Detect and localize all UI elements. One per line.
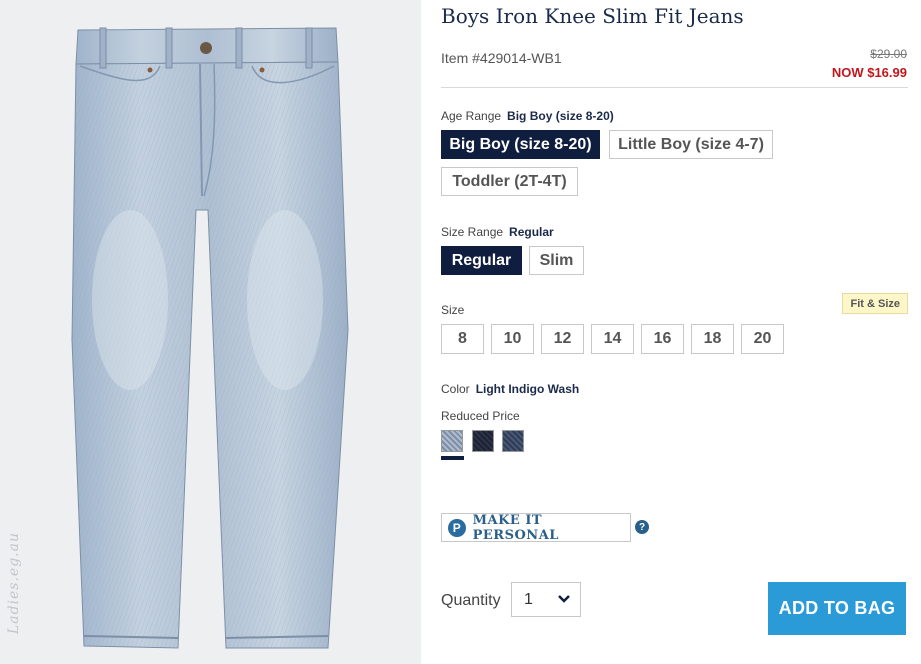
- item-number: Item #429014-WB1: [441, 50, 562, 66]
- product-image: Ladies.eg.au: [0, 0, 421, 664]
- size-option-18[interactable]: 18: [691, 324, 734, 354]
- product-title: Boys Iron Knee Slim Fit Jeans: [441, 4, 744, 28]
- original-price: $29.00: [870, 47, 907, 61]
- add-to-bag-button[interactable]: ADD TO BAG: [768, 582, 906, 635]
- size-range-option-slim[interactable]: Slim: [529, 246, 584, 275]
- color-selected: Light Indigo Wash: [475, 382, 580, 396]
- color-swatch-light-indigo[interactable]: [441, 430, 463, 452]
- size-option-10[interactable]: 10: [491, 324, 534, 354]
- color-swatch-medium-dark[interactable]: [502, 430, 524, 452]
- color-label: Color Light Indigo Wash: [441, 382, 579, 396]
- age-range-title: Age Range: [441, 109, 502, 123]
- item-price-row: Item #429014-WB1 $29.00 NOW $16.99: [441, 46, 908, 88]
- size-range-option-regular[interactable]: Regular: [441, 246, 522, 275]
- quantity-label: Quantity: [441, 592, 501, 609]
- watermark: Ladies.eg.au: [6, 532, 22, 635]
- size-range-title: Size Range: [441, 225, 504, 239]
- quantity-value: 1: [524, 590, 533, 608]
- color-swatch-dark[interactable]: [472, 430, 494, 452]
- age-option-toddler[interactable]: Toddler (2T-4T): [441, 167, 578, 196]
- size-option-8[interactable]: 8: [441, 324, 484, 354]
- size-range-label: Size Range Regular: [441, 225, 554, 239]
- age-range-selected: Big Boy (size 8-20): [507, 109, 614, 123]
- age-option-little-boy[interactable]: Little Boy (size 4-7): [609, 130, 773, 159]
- make-it-personal-label: MAKE IT PERSONAL: [472, 512, 559, 543]
- make-it-personal-button[interactable]: P MAKE IT PERSONAL: [441, 512, 631, 543]
- quantity-select[interactable]: 1: [511, 582, 581, 617]
- product-details: Boys Iron Knee Slim Fit Jeans Item #4290…: [441, 0, 909, 664]
- size-option-12[interactable]: 12: [541, 324, 584, 354]
- help-icon[interactable]: ?: [635, 520, 649, 534]
- size-option-16[interactable]: 16: [641, 324, 684, 354]
- age-range-label: Age Range Big Boy (size 8-20): [441, 109, 614, 123]
- jeans-image: [71, 27, 349, 649]
- reduced-price-label: Reduced Price: [441, 409, 520, 423]
- color-title: Color: [441, 382, 470, 396]
- personalize-icon: P: [448, 518, 466, 537]
- size-option-20[interactable]: 20: [741, 324, 784, 354]
- selected-swatch-indicator: [441, 456, 464, 460]
- sale-price: NOW $16.99: [831, 65, 907, 80]
- size-range-selected: Regular: [509, 225, 554, 239]
- age-option-big-boy[interactable]: Big Boy (size 8-20): [441, 130, 600, 159]
- size-label: Size: [441, 303, 465, 317]
- size-option-14[interactable]: 14: [591, 324, 634, 354]
- chevron-down-icon: [558, 595, 570, 603]
- fit-size-link[interactable]: Fit & Size: [842, 293, 908, 314]
